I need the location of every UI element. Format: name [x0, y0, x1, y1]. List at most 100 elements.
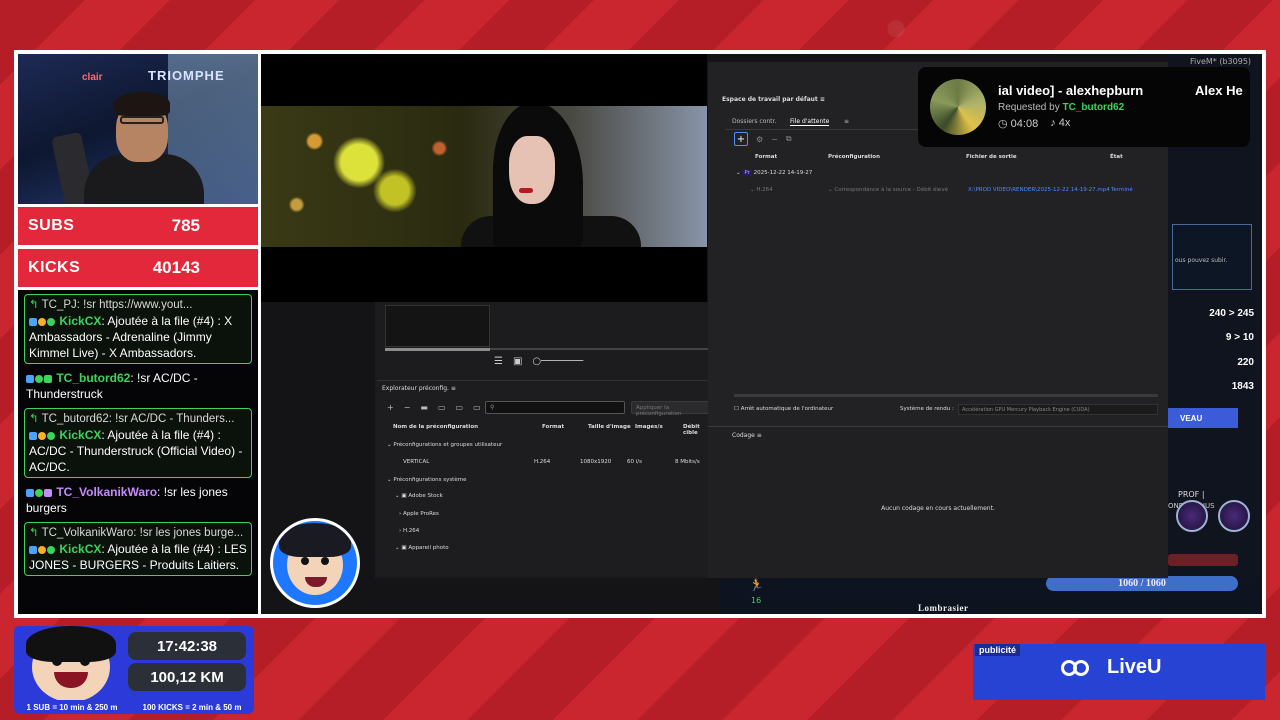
add-source-button[interactable]: +	[734, 132, 748, 146]
hud-stat: 9 > 10	[1225, 332, 1254, 343]
duplicate-icon[interactable]: ⧉	[786, 134, 792, 144]
preset-format: H.264	[534, 459, 551, 465]
chat-message: ↰ TC_butord62: !sr AC/DC - Thunders... K…	[24, 408, 252, 478]
preset-size: 1080x1920	[580, 459, 612, 465]
chat-username[interactable]: KickCX	[59, 314, 101, 328]
badge-icon	[38, 545, 46, 554]
monitor-scrubber-fill	[385, 348, 490, 351]
encoding-panel: Codage ≡ Aucun codage en cours actuellem…	[708, 426, 1168, 578]
chat-username[interactable]: TC_VolkanikWaro	[56, 485, 157, 499]
mascot-avatar	[270, 518, 360, 608]
col-format[interactable]: Format	[542, 424, 564, 430]
badge-icon	[44, 488, 52, 497]
mascot-eye	[301, 557, 309, 565]
queue-scrollbar[interactable]	[734, 394, 1158, 397]
settings-icon[interactable]: ⚙	[756, 135, 763, 144]
col-name[interactable]: Nom de la préconfiguration	[393, 424, 478, 430]
kicks-value: 40143	[152, 258, 200, 277]
timer-rule-subs: 1 SUB = 10 min & 250 m	[26, 702, 118, 712]
webcam-feed: TRIOMPHE clair	[18, 54, 258, 204]
render-system-label: Système de rendu :	[900, 406, 954, 412]
streamer-hair	[114, 92, 170, 116]
tree-group[interactable]: › H.264	[399, 528, 419, 534]
hud-stat: 240 > 245	[1209, 308, 1254, 319]
tree-group[interactable]: ⌄ Préconfigurations et groupes utilisate…	[387, 442, 502, 448]
tab-queue[interactable]: File d'attente	[790, 118, 830, 126]
video-letterbox-bottom	[261, 247, 707, 302]
song-count: ♪ 4x	[1050, 117, 1071, 129]
skill-orb-icon[interactable]	[1176, 500, 1208, 532]
now-playing-card: ial video] - alexhepburn Alex He Request…	[918, 67, 1250, 147]
col-format[interactable]: Format	[755, 154, 777, 160]
settings-icon[interactable]: ▭	[473, 403, 481, 412]
hud-info-box: ous pouvez subir.	[1172, 224, 1252, 290]
badge-icon	[47, 317, 55, 326]
tree-group[interactable]: ⌄ ▣ Appareil photo	[395, 545, 449, 551]
skill-orb-icon[interactable]	[1218, 500, 1250, 532]
col-output[interactable]: Fichier de sortie	[966, 154, 1017, 160]
runner-count: 16	[751, 596, 762, 605]
chat-username[interactable]: KickCX	[59, 542, 101, 556]
runner-icon: 🏃	[749, 578, 764, 592]
tree-group[interactable]: ⌄ ▣ Adobe Stock	[395, 493, 443, 499]
queue-item-preset[interactable]: ⌄ Correspondance à la source - Débit éle…	[828, 187, 948, 193]
add-preset-icon[interactable]: +	[387, 403, 394, 412]
mascot-eye	[321, 557, 329, 565]
preset-search-input[interactable]: ⚲	[485, 401, 625, 414]
hud-partial-text: ous pouvez subir.	[1175, 257, 1228, 264]
badge-icon	[35, 374, 43, 383]
badge-icon	[44, 374, 52, 383]
tree-group[interactable]: ⌄ Préconfigurations système	[387, 477, 466, 483]
song-requester: Requested by TC_butord62	[998, 102, 1125, 113]
auto-shutdown-checkbox[interactable]: ☐ Arrêt automatique de l'ordinateur	[734, 406, 833, 412]
tree-group[interactable]: › Apple ProRes	[399, 511, 439, 517]
export-icon[interactable]: ▭	[456, 403, 464, 412]
apply-preset-button[interactable]: Appliquer la préconfiguration	[631, 401, 713, 417]
tab-watch-folders[interactable]: Dossiers contr.	[732, 118, 776, 125]
preset-row[interactable]: VERTICAL	[403, 459, 429, 465]
zoom-slider-icon[interactable]: ○───────	[532, 356, 583, 367]
ad-tag: publicité	[975, 644, 1021, 656]
badge-icon	[26, 374, 34, 383]
chat-message: TC_VolkanikWaro: !sr les jones burgers	[24, 482, 252, 518]
tab-menu-icon[interactable]: ≡	[844, 118, 849, 125]
webcam-lamp-sign: clair	[82, 72, 103, 83]
video-preview	[261, 106, 707, 247]
queue-item-format[interactable]: ⌄ H.264	[750, 187, 773, 193]
timer-rule-kicks: 100 KICKS = 2 min & 50 m	[142, 702, 242, 712]
level-up-button[interactable]: VEAU	[1168, 408, 1238, 428]
timer-distance: 100,12 KM	[128, 663, 246, 691]
sponsor-ad: publicité LiveU	[973, 644, 1265, 700]
remove-preset-icon[interactable]: −	[404, 403, 411, 412]
import-icon[interactable]: ▭	[438, 403, 446, 412]
hud-prof-label: PROF |	[1178, 490, 1205, 499]
col-preset[interactable]: Préconfiguration	[828, 154, 880, 160]
chat-reply-context: ↰ TC_VolkanikWaro: !sr les jones burge..…	[29, 527, 244, 539]
badge-icon	[47, 431, 55, 440]
col-size[interactable]: Taille d'image	[588, 424, 631, 430]
col-fps[interactable]: Images/s	[635, 424, 663, 430]
workspace-label[interactable]: Espace de travail par défaut ≡	[722, 96, 825, 103]
render-system-select[interactable]: Accélération GPU Mercury Playback Engine…	[958, 404, 1158, 415]
subs-counter: SUBS 785	[18, 207, 258, 245]
queue-toolbar: + ⚙ − ⧉	[734, 132, 792, 146]
video-subject-lips	[519, 188, 533, 193]
queue-item-output[interactable]: X:\PROD VIDEO\RENDER\2025-12-22 14-19-27…	[968, 187, 1110, 193]
mascot-hair	[279, 523, 351, 557]
remove-icon[interactable]: −	[771, 135, 778, 144]
queue-group-row[interactable]: ⌄ Pr 2025-12-22 14-19-27	[736, 170, 812, 176]
song-duration: ◷ 04:08	[998, 118, 1039, 130]
badge-icon	[29, 545, 37, 554]
webcam-sign: TRIOMPHE	[148, 68, 225, 83]
preset-explorer: Explorateur préconfig. ≡ + − ▬ ▭ ▭ ▭ ⚲ A…	[377, 380, 713, 576]
icon-view-icon[interactable]: ▣	[513, 356, 522, 367]
col-status[interactable]: État	[1110, 154, 1123, 160]
song-title: ial video] - alexhepburn	[998, 83, 1144, 98]
chat-username[interactable]: KickCX	[59, 428, 101, 442]
folder-icon[interactable]: ▬	[420, 403, 428, 412]
hud-stat: 1843	[1231, 381, 1254, 392]
subs-label: SUBS	[28, 217, 75, 234]
chat-username[interactable]: TC_butord62	[56, 371, 130, 385]
list-view-icon[interactable]: ☰	[494, 356, 503, 367]
encoding-empty: Aucun codage en cours actuellement.	[881, 505, 995, 512]
